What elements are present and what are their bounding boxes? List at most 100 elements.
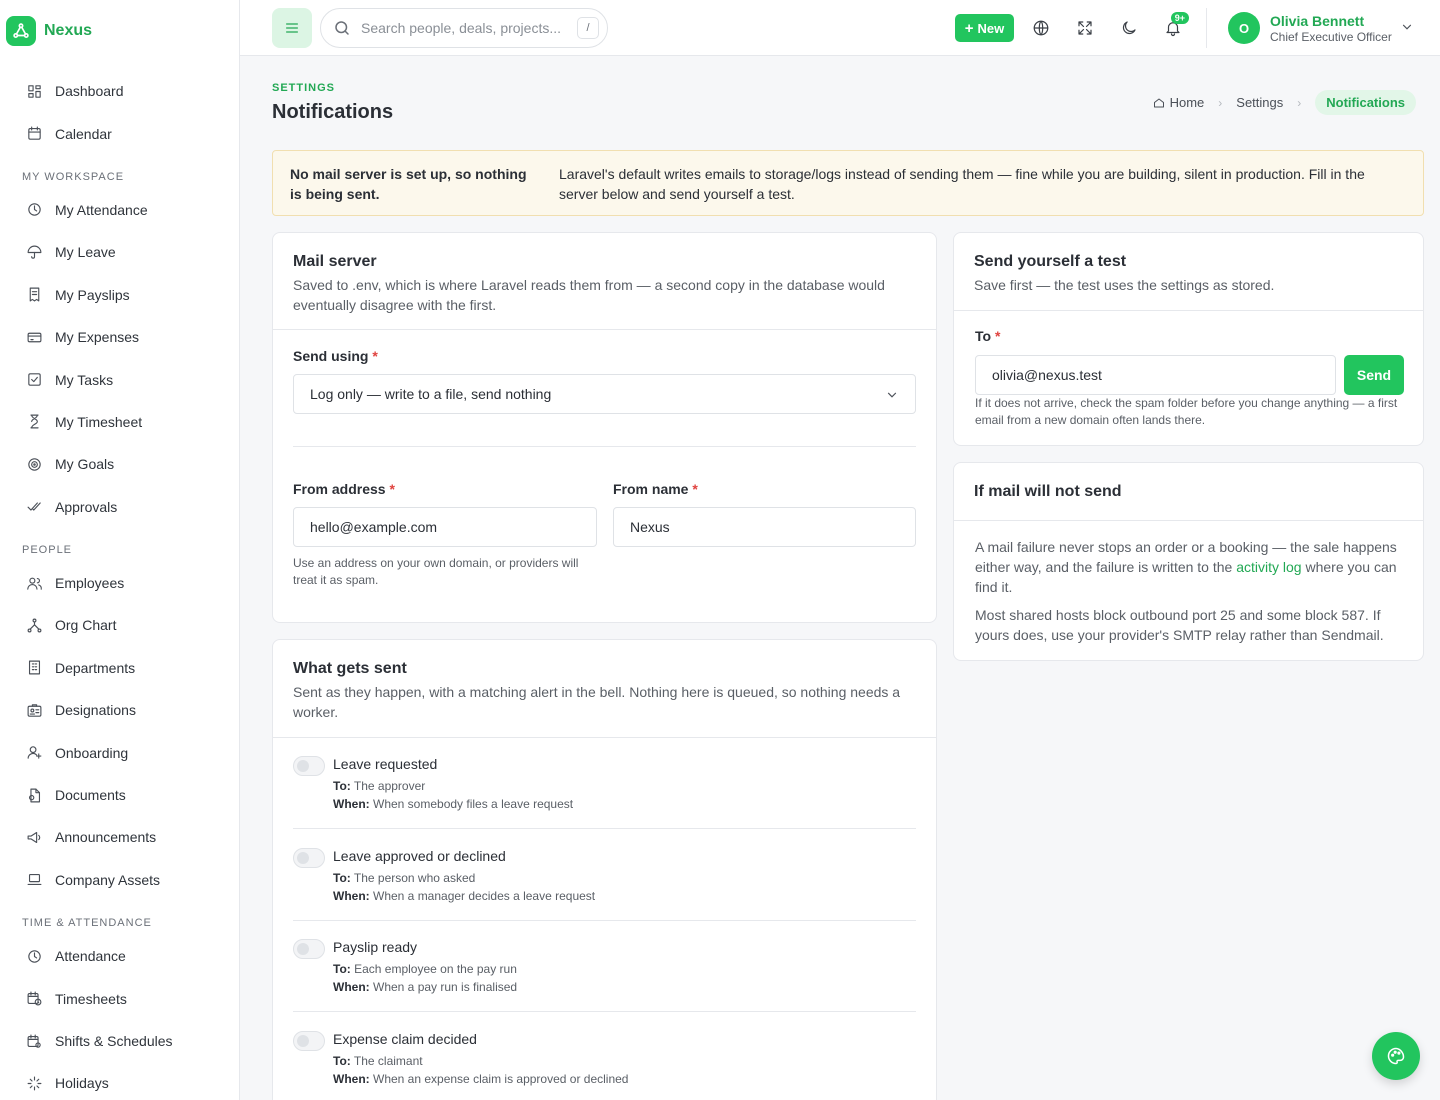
sidebar-item-company-assets[interactable]: Company Assets (0, 859, 239, 901)
checkbox-icon (28, 373, 41, 386)
clock-icon (28, 949, 41, 963)
sidebar-item-attendance[interactable]: Attendance (0, 935, 239, 977)
notification-toggle[interactable] (293, 756, 325, 776)
sidebar-item-my-tasks[interactable]: My Tasks (0, 358, 239, 400)
sidebar-item-label: My Payslips (55, 286, 130, 303)
sidebar-item-shifts-schedules[interactable]: Shifts & Schedules (0, 1020, 239, 1062)
customizer-fab-button[interactable] (1372, 1032, 1420, 1080)
sidebar-item-label: My Goals (55, 456, 115, 473)
send-using-label: Send using * (293, 348, 378, 364)
calendar-clock-icon (27, 991, 42, 1006)
chevron-down-icon[interactable] (1400, 20, 1414, 37)
sidebar-item-designations[interactable]: Designations (0, 689, 239, 731)
new-button[interactable]: + New (955, 14, 1014, 42)
sidebar-item-departments[interactable]: Departments (0, 647, 239, 689)
sidebar-item-my-payslips[interactable]: My Payslips (0, 274, 239, 316)
from-name-field[interactable]: Nexus (613, 507, 916, 547)
sidebar-item-my-expenses[interactable]: My Expenses (0, 316, 239, 358)
sidebar-item-holidays[interactable]: Holidays (0, 1062, 239, 1100)
divider (293, 920, 916, 921)
document-icon (28, 788, 41, 802)
breadcrumb-home[interactable]: Home (1153, 95, 1204, 110)
sidebar: Nexus Dashboard Calendar MY WORKSPACE My At… (0, 0, 240, 1100)
sidebar-nav: Dashboard Calendar MY WORKSPACE My Attendan… (0, 62, 239, 1100)
from-name-label: From name * (613, 481, 698, 497)
sidebar-item-my-attendance[interactable]: My Attendance (0, 189, 239, 231)
umbrella-icon (27, 245, 42, 259)
required-marker: * (389, 481, 395, 497)
sidebar-item-my-timesheet[interactable]: My Timesheet (0, 401, 239, 443)
sidebar-section-heading: TIME & ATTENDANCE (22, 917, 152, 930)
sidebar-item-my-leave[interactable]: My Leave (0, 231, 239, 273)
sidebar-item-org-chart[interactable]: Org Chart (0, 604, 239, 646)
send-using-select[interactable]: Log only — write to a file, send nothing (293, 374, 916, 414)
activity-log-link[interactable]: activity log (1236, 559, 1301, 575)
menu-toggle-button[interactable] (272, 8, 312, 48)
topbar: Search people, deals, projects... / + Ne… (240, 0, 1440, 56)
sidebar-item-label: Departments (55, 659, 136, 676)
search-shortcut: / (577, 17, 599, 39)
sparkle-icon (27, 1076, 42, 1091)
from-address-label: From address * (293, 481, 395, 497)
sidebar-item-documents[interactable]: Documents (0, 774, 239, 816)
notification-recipient: To: Each employee on the pay run (333, 962, 517, 976)
sidebar-item-label: Designations (55, 702, 136, 719)
search-input[interactable]: Search people, deals, projects... / (320, 8, 608, 48)
card-title: Send yourself a test (974, 253, 1127, 270)
card-header: Send yourself a test Save first — the te… (954, 233, 1423, 311)
notification-toggle[interactable] (293, 848, 325, 868)
chevron-right-icon: › (1297, 95, 1302, 110)
sidebar-section-heading: PEOPLE (22, 543, 73, 556)
sidebar-item-onboarding[interactable]: Onboarding (0, 731, 239, 773)
plus-icon: + (964, 19, 974, 37)
user-role: Chief Executive Officer (1270, 30, 1392, 44)
sidebar-item-dashboard[interactable]: Dashboard (0, 70, 239, 112)
breadcrumb-settings[interactable]: Settings (1236, 95, 1283, 110)
mail-server-card: Mail server Saved to .env, which is wher… (272, 232, 937, 623)
sidebar-item-label: My Tasks (55, 371, 114, 388)
sidebar-item-label: Attendance (55, 948, 126, 965)
theme-toggle-button[interactable] (1111, 10, 1147, 46)
notification-recipient: To: The person who asked (333, 871, 476, 885)
new-button-label: New (977, 20, 1005, 36)
breadcrumb-current: Notifications (1315, 90, 1416, 115)
expand-icon (1078, 21, 1092, 35)
brand-name: Nexus (44, 22, 93, 39)
from-address-field[interactable]: hello@example.com (293, 507, 597, 547)
sidebar-item-calendar[interactable]: Calendar (0, 112, 239, 154)
notification-title: Leave approved or declined (333, 848, 506, 864)
sidebar-item-approvals[interactable]: Approvals (0, 486, 239, 528)
search-icon (335, 21, 349, 35)
sidebar-item-announcements[interactable]: Announcements (0, 816, 239, 858)
sidebar-item-my-goals[interactable]: My Goals (0, 443, 239, 485)
notification-toggle[interactable] (293, 939, 325, 959)
user-name[interactable]: Olivia Bennett (1270, 13, 1364, 29)
avatar[interactable]: O (1228, 12, 1260, 44)
notification-toggle[interactable] (293, 1031, 325, 1051)
fullscreen-button[interactable] (1067, 10, 1103, 46)
notification-recipient: To: The claimant (333, 1054, 423, 1068)
chevron-down-icon (887, 392, 897, 398)
sidebar-item-label: Dashboard (55, 83, 124, 100)
card-header: What gets sent Sent as they happen, with… (273, 640, 936, 738)
card-header: If mail will not send (954, 463, 1423, 521)
card-subtitle: Saved to .env, which is where Laravel re… (293, 277, 885, 313)
users-icon (27, 577, 42, 590)
sidebar-item-label: Timesheets (55, 990, 127, 1007)
to-label: To * (975, 328, 1000, 344)
test-email-field[interactable]: olivia@nexus.test (975, 355, 1336, 395)
language-button[interactable] (1023, 10, 1059, 46)
sidebar-item-label: Documents (55, 787, 126, 804)
moon-icon (1122, 21, 1136, 35)
sidebar-item-employees[interactable]: Employees (0, 562, 239, 604)
sidebar-item-label: Shifts & Schedules (55, 1033, 173, 1049)
notification-title: Payslip ready (333, 939, 418, 955)
credit-card-icon (27, 332, 42, 342)
send-test-button[interactable]: Send (1344, 355, 1404, 395)
notifications-button[interactable]: 9+ (1155, 10, 1191, 46)
sidebar-item-timesheets[interactable]: Timesheets (0, 977, 239, 1019)
from-address-hint: Use an address on your own domain, or pr… (293, 556, 579, 587)
brand[interactable]: Nexus (0, 0, 239, 62)
send-test-card: Send yourself a test Save first — the te… (953, 232, 1424, 446)
sidebar-item-label: My Expenses (55, 329, 140, 346)
